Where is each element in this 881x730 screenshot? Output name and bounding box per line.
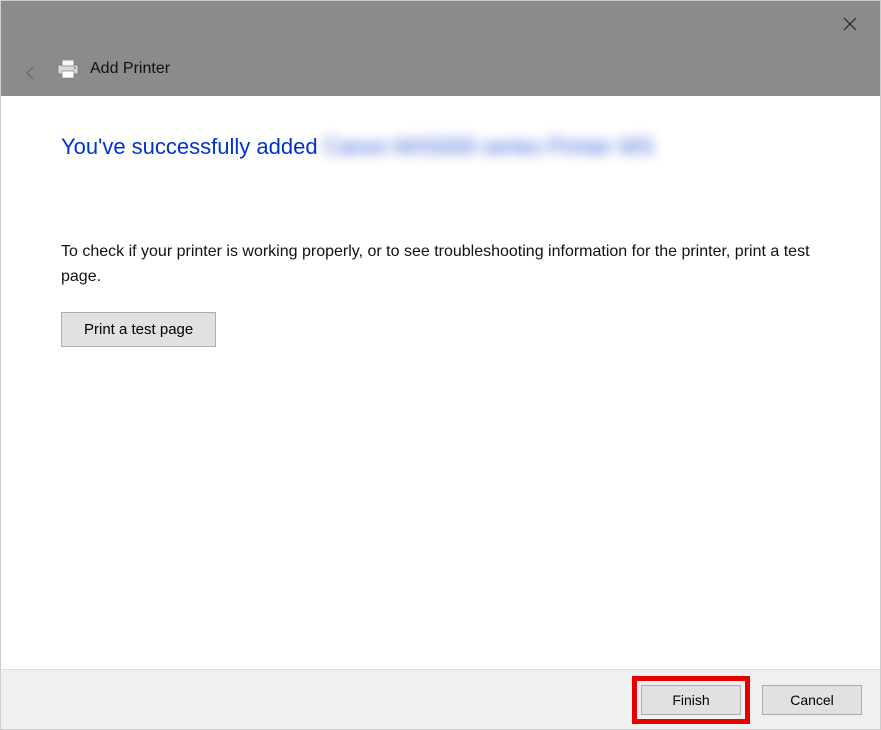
wizard-footer: Finish Cancel xyxy=(1,669,880,729)
success-heading: You've successfully added Canon MX5000 s… xyxy=(61,134,820,160)
add-printer-wizard-window: Add Printer You've successfully added Ca… xyxy=(0,0,881,730)
titlebar: Add Printer xyxy=(1,1,880,96)
close-icon xyxy=(843,17,857,31)
finish-button-highlight: Finish xyxy=(632,676,750,724)
print-test-page-button[interactable]: Print a test page xyxy=(61,312,216,347)
cancel-button[interactable]: Cancel xyxy=(762,685,862,715)
close-button[interactable] xyxy=(835,9,865,39)
instruction-text: To check if your printer is working prop… xyxy=(61,240,820,290)
finish-button[interactable]: Finish xyxy=(641,685,741,715)
printer-name-blurred: Canon MX5000 series Printer WS xyxy=(324,134,654,160)
printer-icon xyxy=(56,60,80,78)
window-title: Add Printer xyxy=(90,60,170,78)
wizard-content: You've successfully added Canon MX5000 s… xyxy=(1,96,880,669)
heading-prefix: You've successfully added xyxy=(61,134,324,159)
back-arrow-icon xyxy=(22,64,40,82)
back-button xyxy=(19,61,43,85)
